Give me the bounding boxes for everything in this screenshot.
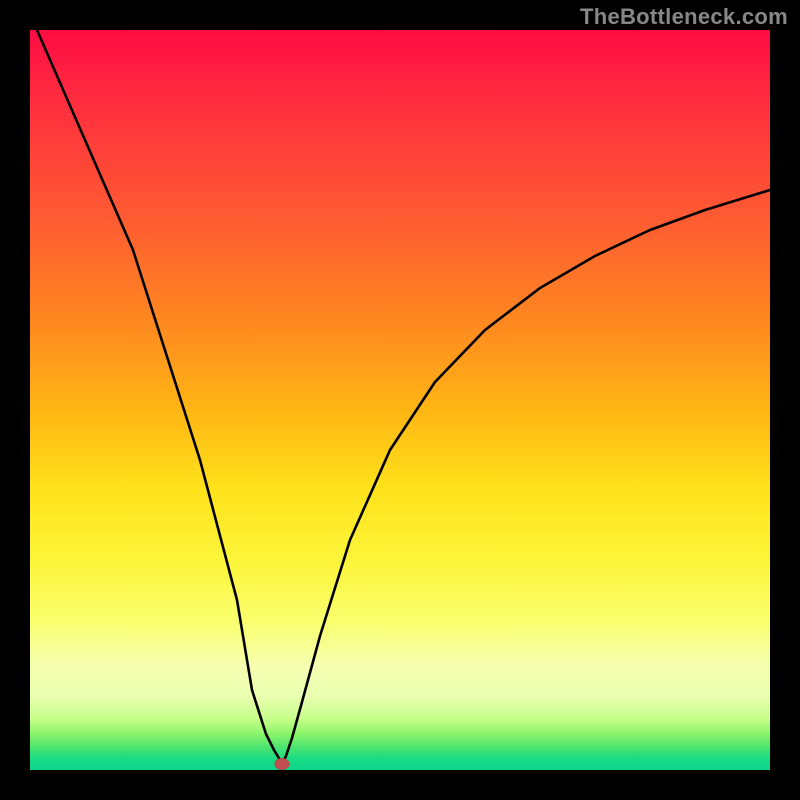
optimal-point-marker <box>275 759 289 770</box>
chart-frame: TheBottleneck.com <box>0 0 800 800</box>
bottleneck-curve-svg <box>30 30 770 770</box>
plot-area <box>30 30 770 770</box>
bottleneck-curve <box>37 30 770 764</box>
watermark-text: TheBottleneck.com <box>580 4 788 30</box>
